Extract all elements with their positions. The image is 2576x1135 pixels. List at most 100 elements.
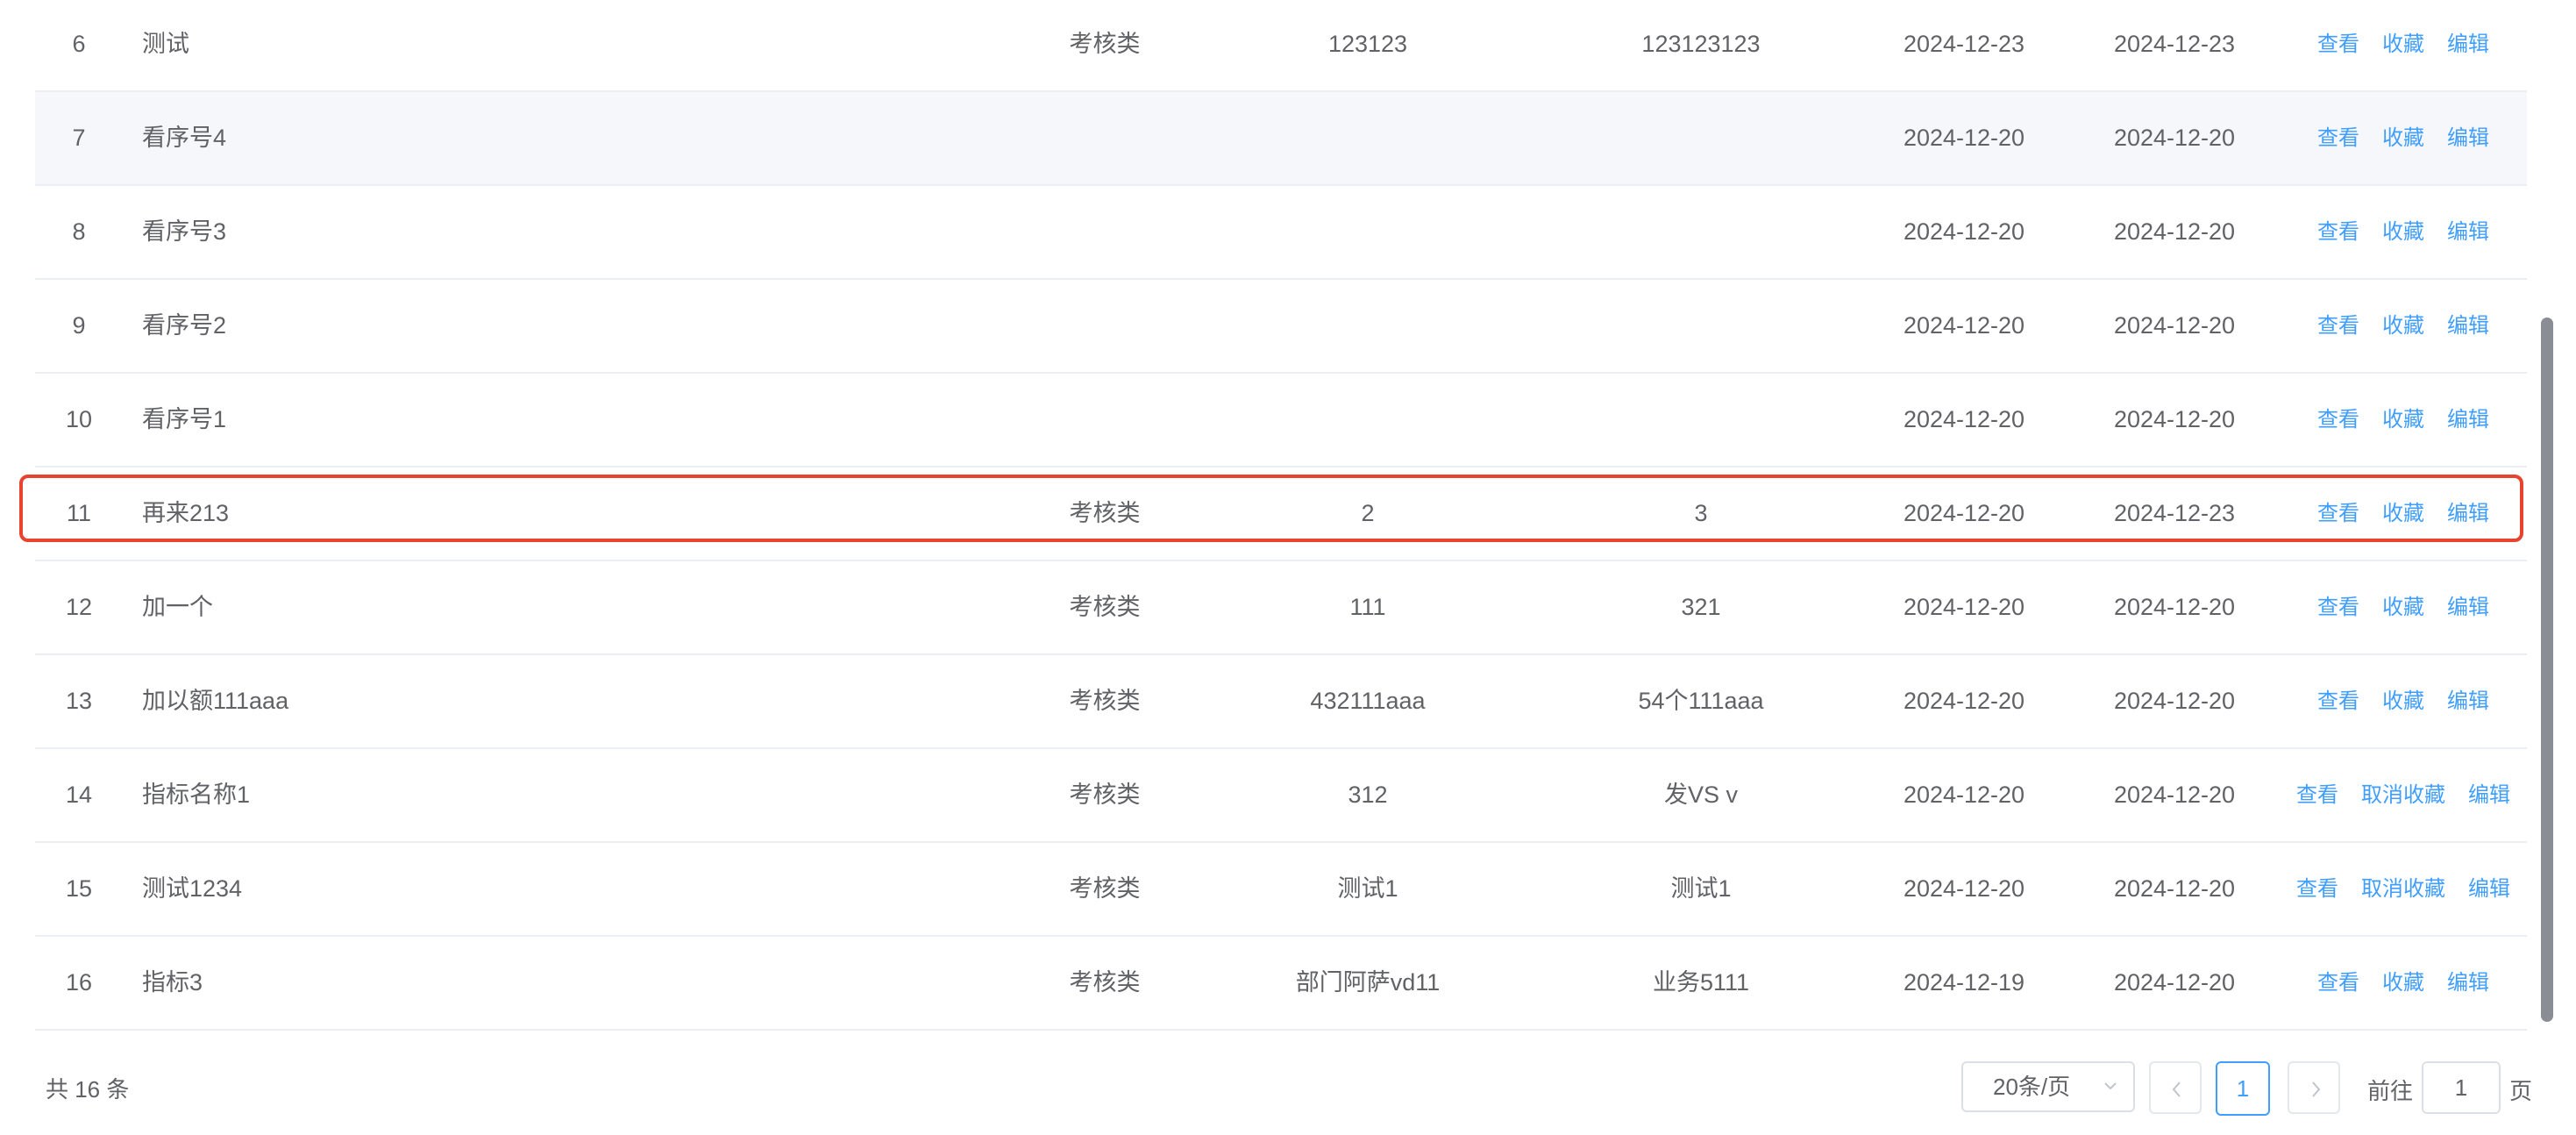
- row-date-1: 2024-12-20: [1903, 875, 2025, 902]
- row-value-2: [1543, 280, 1859, 372]
- edit-link[interactable]: 编辑: [2447, 126, 2489, 150]
- view-link[interactable]: 查看: [2317, 314, 2359, 338]
- edit-link[interactable]: 编辑: [2447, 220, 2489, 244]
- row-type: [973, 186, 1236, 278]
- favorite-link[interactable]: 取消收藏: [2361, 783, 2445, 807]
- row-date-1: 2024-12-20: [1903, 594, 2025, 620]
- chevron-down-icon: [2102, 1063, 2119, 1110]
- view-link[interactable]: 查看: [2317, 596, 2359, 619]
- row-type: [973, 92, 1236, 184]
- row-actions: 查看 收藏 编辑: [2280, 280, 2527, 372]
- row-actions: 查看 收藏 编辑: [2280, 468, 2527, 560]
- view-link[interactable]: 查看: [2317, 32, 2359, 56]
- row-date-1: 2024-12-23: [1903, 31, 2025, 57]
- row-value-2: [1543, 92, 1859, 184]
- row-value-1: 2: [1361, 500, 1375, 526]
- favorite-link[interactable]: 收藏: [2382, 408, 2424, 432]
- goto-page-input[interactable]: [2422, 1061, 2501, 1114]
- row-actions: 查看 取消收藏 编辑: [2280, 749, 2527, 841]
- row-value-2: 54个111aaa: [1638, 688, 1764, 714]
- row-date-2: 2024-12-23: [2113, 500, 2236, 526]
- row-name: 加以额111aaa: [142, 688, 289, 714]
- view-link[interactable]: 查看: [2317, 408, 2359, 432]
- row-index: 11: [66, 500, 92, 526]
- table-row: 13 加以额111aaa 考核类 432111aaa 54个111aaa 2024-12-…: [35, 655, 2527, 749]
- row-name: 测试1234: [142, 875, 243, 902]
- favorite-link[interactable]: 收藏: [2382, 314, 2424, 338]
- row-value-1: 测试1: [1337, 875, 1398, 902]
- row-name: 指标3: [142, 969, 203, 996]
- page-number-current[interactable]: 1: [2216, 1061, 2270, 1116]
- prev-page-button[interactable]: [2149, 1061, 2202, 1114]
- row-value-1: [1210, 374, 1526, 466]
- row-value-1: [1210, 186, 1526, 278]
- edit-link[interactable]: 编辑: [2447, 408, 2489, 432]
- row-value-2: 123123123: [1641, 31, 1761, 57]
- row-name: 看序号1: [142, 406, 227, 432]
- edit-link[interactable]: 编辑: [2447, 596, 2489, 619]
- favorite-link[interactable]: 收藏: [2382, 32, 2424, 56]
- row-actions: 查看 收藏 编辑: [2280, 92, 2527, 184]
- row-name: 看序号4: [142, 125, 227, 151]
- row-date-2: 2024-12-20: [2113, 875, 2236, 902]
- favorite-link[interactable]: 收藏: [2382, 126, 2424, 150]
- favorite-link[interactable]: 收藏: [2382, 220, 2424, 244]
- row-date-2: 2024-12-20: [2113, 125, 2236, 151]
- row-value-2: [1543, 186, 1859, 278]
- favorite-link[interactable]: 收藏: [2382, 971, 2424, 995]
- favorite-link[interactable]: 收藏: [2382, 502, 2424, 525]
- favorite-link[interactable]: 收藏: [2382, 596, 2424, 619]
- scrollbar-thumb[interactable]: [2541, 318, 2553, 1022]
- view-link[interactable]: 查看: [2296, 783, 2338, 807]
- row-date-1: 2024-12-20: [1903, 782, 2025, 808]
- row-type: 考核类: [1069, 969, 1141, 996]
- page-size-label: 20条/页: [1993, 1074, 2071, 1100]
- next-page-button[interactable]: [2288, 1061, 2340, 1114]
- row-type: 考核类: [1069, 875, 1141, 902]
- row-index: 15: [65, 875, 93, 902]
- view-link[interactable]: 查看: [2317, 220, 2359, 244]
- row-value-2: [1543, 374, 1859, 466]
- row-date-2: 2024-12-20: [2113, 312, 2236, 339]
- table-row: 14 指标名称1 考核类 312 发VS v 2024-12-20 2024-12-20 查看…: [35, 749, 2527, 843]
- view-link[interactable]: 查看: [2317, 689, 2359, 713]
- view-link[interactable]: 查看: [2317, 971, 2359, 995]
- row-actions: 查看 收藏 编辑: [2280, 186, 2527, 278]
- row-value-1: 部门阿萨vd11: [1295, 969, 1441, 996]
- edit-link[interactable]: 编辑: [2468, 877, 2510, 901]
- row-date-1: 2024-12-20: [1903, 500, 2025, 526]
- vertical-scrollbar[interactable]: [2541, 0, 2553, 1026]
- row-value-2: 321: [1681, 594, 1721, 620]
- view-link[interactable]: 查看: [2317, 126, 2359, 150]
- edit-link[interactable]: 编辑: [2468, 783, 2510, 807]
- row-actions: 查看 收藏 编辑: [2280, 561, 2527, 653]
- row-value-2: 业务5111: [1652, 969, 1750, 996]
- edit-link[interactable]: 编辑: [2447, 689, 2489, 713]
- row-value-1: [1210, 280, 1526, 372]
- favorite-link[interactable]: 取消收藏: [2361, 877, 2445, 901]
- view-link[interactable]: 查看: [2317, 502, 2359, 525]
- favorite-link[interactable]: 收藏: [2382, 689, 2424, 713]
- chevron-left-icon: [2172, 1081, 2181, 1097]
- page-size-select[interactable]: 20条/页: [1961, 1061, 2135, 1112]
- row-actions: 查看 收藏 编辑: [2280, 655, 2527, 747]
- row-date-2: 2024-12-20: [2113, 688, 2236, 714]
- row-name: 再来213: [142, 500, 230, 526]
- row-name: 测试: [142, 31, 189, 57]
- row-date-1: 2024-12-20: [1903, 312, 2025, 339]
- edit-link[interactable]: 编辑: [2447, 502, 2489, 525]
- pagination: 共 16 条 20条/页 1 前往 页: [0, 1053, 2576, 1123]
- row-index: 10: [65, 406, 93, 432]
- table-row: 9 看序号2 2024-12-20 2024-12-20 查看 收藏 编辑: [35, 280, 2527, 374]
- edit-link[interactable]: 编辑: [2447, 32, 2489, 56]
- row-type: 考核类: [1069, 31, 1141, 57]
- row-index: 9: [72, 312, 86, 339]
- page-suffix: 页: [2509, 1078, 2533, 1104]
- row-type: 考核类: [1069, 782, 1141, 808]
- view-link[interactable]: 查看: [2296, 877, 2338, 901]
- chevron-right-icon: [2312, 1081, 2321, 1097]
- row-value-1: 432111aaa: [1310, 688, 1426, 714]
- edit-link[interactable]: 编辑: [2447, 314, 2489, 338]
- row-actions: 查看 收藏 编辑: [2280, 0, 2527, 90]
- edit-link[interactable]: 编辑: [2447, 971, 2489, 995]
